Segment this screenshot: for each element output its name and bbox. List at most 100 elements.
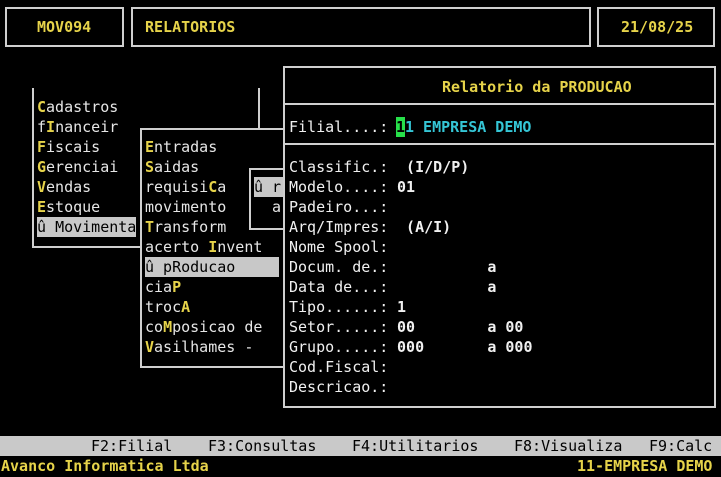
submenu-item-text: a	[217, 178, 227, 196]
main-menu-item-hotkey: G	[37, 158, 47, 176]
main-menu-item-hotkey: M	[55, 218, 65, 236]
field-label: Arq/Impres:	[289, 218, 389, 236]
field-label: Grupo.....:	[289, 338, 389, 356]
field-value[interactable]: 1	[388, 297, 406, 317]
submenu-item-text: acerto	[145, 238, 209, 256]
field-value[interactable]: a	[388, 277, 496, 297]
header-date: 21/08/25	[621, 18, 694, 36]
main-menu-item-hotkey: I	[46, 118, 56, 136]
main-menu-item-6[interactable]: û Movimenta	[37, 217, 136, 237]
dialog-title-separator	[285, 103, 714, 105]
submenu-item-text: nvent	[217, 238, 263, 256]
field-label: Setor.....:	[289, 318, 389, 336]
submenu-item-text: cia	[145, 278, 173, 296]
submenu-item-text: oducao	[181, 258, 236, 276]
date-box: 21/08/25	[597, 7, 715, 47]
field-value[interactable]: (A/I)	[388, 217, 451, 237]
main-menu-item-0[interactable]: Cadastros	[37, 97, 118, 117]
main-menu-item-text: erenciai	[46, 158, 119, 176]
submenu-item-2[interactable]: requisiCa	[145, 177, 226, 197]
f9-calc-key[interactable]: F9:Calc	[649, 436, 712, 456]
field-label: Cod.Fiscal:	[289, 358, 389, 376]
program-code-box: MOV094	[5, 7, 124, 47]
function-key-bar: F2:Filial F3:Consultas F4:Utilitarios F8…	[0, 436, 721, 456]
submenu-item-text: requisi	[145, 178, 209, 196]
submenu-item-text: posicao de	[172, 318, 263, 336]
submenu-item-text: movimento	[145, 198, 227, 216]
submenu-item-text: û p	[145, 258, 173, 276]
main-menu-item-text: f	[37, 118, 47, 136]
field-label: Tipo......:	[289, 298, 389, 316]
main-menu-item-text: nanceir	[55, 118, 119, 136]
f4-utilitarios-key[interactable]: F4:Utilitarios	[352, 436, 478, 456]
main-menu-item-3[interactable]: Gerenciai	[37, 157, 118, 177]
submenu-item-0[interactable]: Entradas	[145, 137, 217, 157]
main-menu-item-2[interactable]: Fiscais	[37, 137, 100, 157]
main-menu-item-text: stoque	[46, 198, 101, 216]
main-menu-item-text: û	[37, 218, 56, 236]
main-menu-item-hotkey: E	[37, 198, 47, 216]
company-name: Avanco Informatica Ltda	[1, 457, 209, 475]
main-menu-item-text: endas	[46, 178, 92, 196]
popup-item[interactable]: a	[272, 197, 281, 217]
field-value[interactable]: (I/D/P)	[388, 157, 469, 177]
main-menu-item-hotkey: C	[37, 98, 47, 116]
filial-cursor[interactable]: 1	[396, 117, 406, 137]
main-menu-item-1[interactable]: fInanceir	[37, 117, 118, 137]
submenu-item-5[interactable]: acerto Invent	[145, 237, 262, 257]
submenu-item-hotkey: I	[208, 238, 218, 256]
submenu-item-10[interactable]: Vasilhames -	[145, 337, 253, 357]
popup-selected-item[interactable]: û r	[254, 177, 284, 197]
submenu-item-text: asilhames -	[154, 338, 254, 356]
f3-consultas-key[interactable]: F3:Consultas	[208, 436, 316, 456]
submenu-item-hotkey: S	[145, 158, 155, 176]
submenu-item-text: troc	[145, 298, 182, 316]
filial-field[interactable]: 1 EMPRESA DEMO	[405, 117, 531, 137]
module-title: RELATORIOS	[145, 18, 236, 36]
filial-separator	[285, 143, 714, 145]
field-value[interactable]: a	[388, 257, 496, 277]
module-title-box: RELATORIOS	[131, 7, 591, 47]
submenu-item-4[interactable]: Transform	[145, 217, 226, 237]
field-label: Classific.:	[289, 158, 389, 176]
submenu-item-8[interactable]: trocA	[145, 297, 190, 317]
main-menu-item-5[interactable]: Estoque	[37, 197, 100, 217]
submenu-item-hotkey: E	[145, 138, 155, 156]
main-menu-item-4[interactable]: Vendas	[37, 177, 91, 197]
field-label: Docum. de.:	[289, 258, 389, 276]
submenu-item-1[interactable]: Saidas	[145, 157, 199, 177]
main-menu-item-hotkey: V	[37, 178, 47, 196]
submenu-item-hotkey: T	[145, 218, 155, 236]
main-menu-item-text: adastros	[46, 98, 119, 116]
main-menu-item-hotkey: F	[37, 138, 47, 156]
main-menu-item-text: iscais	[46, 138, 101, 156]
program-code: MOV094	[37, 18, 92, 36]
submenu-item-6[interactable]: û pRoducao	[145, 257, 279, 277]
f2-filial-key[interactable]: F2:Filial	[91, 436, 172, 456]
submenu-item-text: ntradas	[154, 138, 218, 156]
submenu-item-hotkey: P	[172, 278, 182, 296]
submenu-item-hotkey: V	[145, 338, 155, 356]
submenu-item-hotkey: A	[181, 298, 191, 316]
field-label: Padeiro...:	[289, 198, 389, 216]
submenu-item-9[interactable]: coMposicao de	[145, 317, 262, 337]
submenu-item-text: ransform	[154, 218, 227, 236]
submenu-item-3[interactable]: movimento	[145, 197, 226, 217]
main-menu-item-text: ovimenta	[64, 218, 137, 236]
submenu-item-text: co	[145, 318, 164, 336]
filial-label: Filial....:	[289, 118, 389, 136]
f8-visualiza-key[interactable]: F8:Visualiza	[514, 436, 622, 456]
field-label: Data de...:	[289, 278, 389, 296]
field-value[interactable]: 000 a 000	[388, 337, 532, 357]
submenu-item-hotkey: C	[208, 178, 218, 196]
field-value[interactable]: 00 a 00	[388, 317, 523, 337]
submenu-item-7[interactable]: ciaP	[145, 277, 181, 297]
submenu-item-hotkey: R	[172, 258, 182, 276]
field-label: Nome Spool:	[289, 238, 389, 256]
field-label: Modelo....:	[289, 178, 389, 196]
field-label: Descricao.:	[289, 378, 389, 396]
submenu-item-hotkey: M	[163, 318, 173, 336]
field-value[interactable]: 01	[388, 177, 415, 197]
dialog-title: Relatorio da PRODUCAO	[442, 78, 632, 96]
submenu-item-text: aidas	[154, 158, 200, 176]
